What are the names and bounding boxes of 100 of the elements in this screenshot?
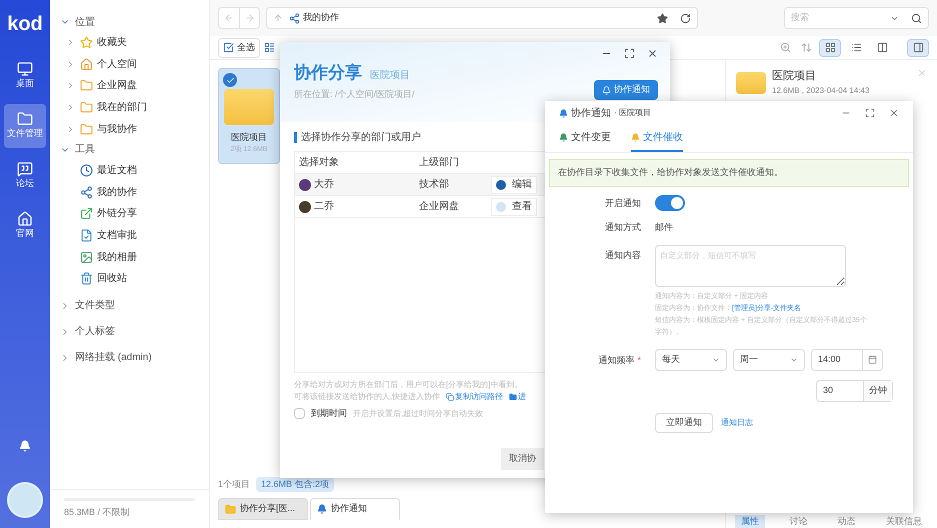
maximize-icon[interactable]: [624, 48, 635, 59]
toolbar-icon[interactable]: [264, 42, 275, 53]
expand-icon: [66, 103, 75, 112]
user-avatar: [299, 178, 311, 190]
info-banner: 在协作目录下收集文件，给协作对象发送文件催收通知。: [549, 159, 909, 187]
notification-icon[interactable]: [19, 440, 31, 452]
expire-checkbox[interactable]: [294, 408, 305, 420]
required-mark: *: [637, 354, 641, 364]
nav-item[interactable]: 官网: [4, 204, 46, 248]
tree-section[interactable]: 网络挂载 (admin): [60, 348, 209, 368]
taskbar-tab[interactable]: 协作通知: [310, 498, 400, 520]
department-cell-text: 企业网盘: [418, 200, 460, 214]
column-header: 选择对象: [298, 156, 340, 170]
minutes-field[interactable]: 30 分钟: [816, 380, 893, 402]
nav-icon: [17, 111, 33, 128]
tree-item[interactable]: 最近文档: [60, 160, 209, 182]
tree-item[interactable]: 外链分享: [60, 203, 209, 225]
storage-usage: 85.3MB / 不限制: [64, 507, 130, 517]
tree-item[interactable]: 我在的部门: [60, 96, 209, 118]
favorite-icon[interactable]: [657, 12, 668, 24]
details-tab[interactable]: 属性: [735, 514, 766, 528]
permission-select[interactable]: 编辑: [491, 176, 537, 194]
notify-log-link[interactable]: 通知日志: [721, 416, 753, 428]
tool-icon: [80, 229, 93, 242]
period-select[interactable]: 每天: [655, 348, 727, 370]
user-avatar: [299, 200, 311, 212]
dialog-subtitle: · 医院项目: [614, 107, 651, 119]
nav-icon: [17, 161, 33, 178]
copy-icon: [446, 393, 454, 401]
tree-item[interactable]: 与我协作: [60, 118, 209, 140]
panel-icon: [912, 42, 924, 53]
section-title: 选择协作分享的部门或用户: [301, 130, 421, 145]
details-tab[interactable]: 关联信息: [880, 514, 928, 528]
view-mode-button[interactable]: [819, 38, 841, 56]
tree-section[interactable]: 文件类型: [60, 296, 209, 316]
tree-item[interactable]: 回收站: [60, 268, 209, 290]
close-icon[interactable]: [889, 108, 899, 118]
user-avatar[interactable]: [7, 482, 43, 518]
search-icon[interactable]: [911, 12, 922, 24]
weekday-select[interactable]: 周一: [733, 348, 805, 370]
tree-section[interactable]: 工具: [60, 140, 209, 160]
taskbar-tab[interactable]: 协作分享[医...: [218, 498, 308, 520]
tree-item[interactable]: 文档审批: [60, 224, 209, 246]
share-hint: 可将该链接发送给协作的人,快捷进入协作: [294, 391, 440, 403]
close-icon[interactable]: [647, 48, 658, 59]
notify-button[interactable]: 协作通知: [594, 80, 658, 100]
refresh-icon[interactable]: [680, 12, 691, 24]
details-meta: 12.6MB , 2023-04-04 14:43: [772, 84, 870, 96]
details-tab[interactable]: 动态: [832, 514, 862, 528]
tool-icon: [80, 207, 93, 220]
tool-icon: [80, 250, 93, 264]
nav-icon: [17, 211, 33, 228]
check-icon: [223, 73, 237, 87]
checkbox-icon: [223, 42, 234, 53]
file-name: 医院项目: [231, 131, 267, 144]
back-arrow-icon: [224, 13, 234, 23]
panel-toggle-button[interactable]: [907, 38, 929, 56]
form-label: 开启通知: [604, 197, 642, 210]
expand-icon: [66, 60, 75, 69]
dialog-subtitle: 医院项目: [370, 68, 410, 83]
tool-icon: [80, 272, 93, 286]
tool-icon: [80, 164, 93, 178]
nav-item[interactable]: 论坛: [4, 154, 46, 198]
details-tab[interactable]: 讨论: [783, 514, 814, 528]
notify-tab[interactable]: 文件催收: [631, 125, 683, 152]
enter-link[interactable]: 进: [509, 391, 526, 403]
time-field[interactable]: 14:00: [811, 348, 883, 370]
notify-tab[interactable]: 文件变更: [559, 125, 611, 152]
column-header: 上级部门: [418, 156, 460, 170]
maximize-icon[interactable]: [865, 108, 875, 118]
share-note: 分享给对方或对方所在部门后，用户可以在[分享给我的]中看到。: [294, 379, 524, 391]
form-label: 通知内容: [604, 248, 642, 262]
view-icon: [824, 42, 836, 53]
notify-now-button[interactable]: 立即通知: [655, 412, 713, 432]
tree-item[interactable]: 我的协作: [60, 182, 209, 204]
nav-item[interactable]: 文件管理: [4, 104, 46, 148]
tree-item[interactable]: 我的相册: [60, 246, 209, 268]
cancel-share-button[interactable]: 取消协: [501, 448, 544, 470]
permission-select[interactable]: 查看: [491, 198, 537, 216]
tree-section[interactable]: 个人标签: [60, 322, 209, 342]
dialog-title: 协作分享: [294, 62, 362, 84]
tree-item[interactable]: 企业网盘: [60, 75, 209, 97]
app-logo: kod: [7, 12, 43, 37]
member-name: 大乔: [314, 178, 334, 192]
address-bar[interactable]: 我的协作: [266, 7, 698, 29]
bell-icon: [317, 504, 327, 514]
tree-section[interactable]: 位置: [60, 12, 209, 32]
item-count: 1个项目: [218, 478, 250, 490]
bell-icon: [559, 108, 568, 118]
location-path: 所在位置: /个人空间/医院项目/: [294, 88, 415, 100]
breadcrumb[interactable]: 我的协作: [303, 11, 339, 25]
copy-path-link[interactable]: 复制访问路径: [446, 391, 504, 403]
notify-toggle[interactable]: [655, 195, 685, 211]
nav-item[interactable]: 桌面: [4, 54, 46, 98]
form-label: 通知频率 *: [597, 354, 642, 366]
forward-arrow-icon: [244, 13, 254, 23]
expire-label: 到期时间: [311, 407, 347, 420]
select-all-button[interactable]: 全选: [218, 38, 260, 58]
tree-item[interactable]: 收藏夹: [60, 32, 209, 54]
tree-item[interactable]: 个人空间: [60, 54, 209, 76]
